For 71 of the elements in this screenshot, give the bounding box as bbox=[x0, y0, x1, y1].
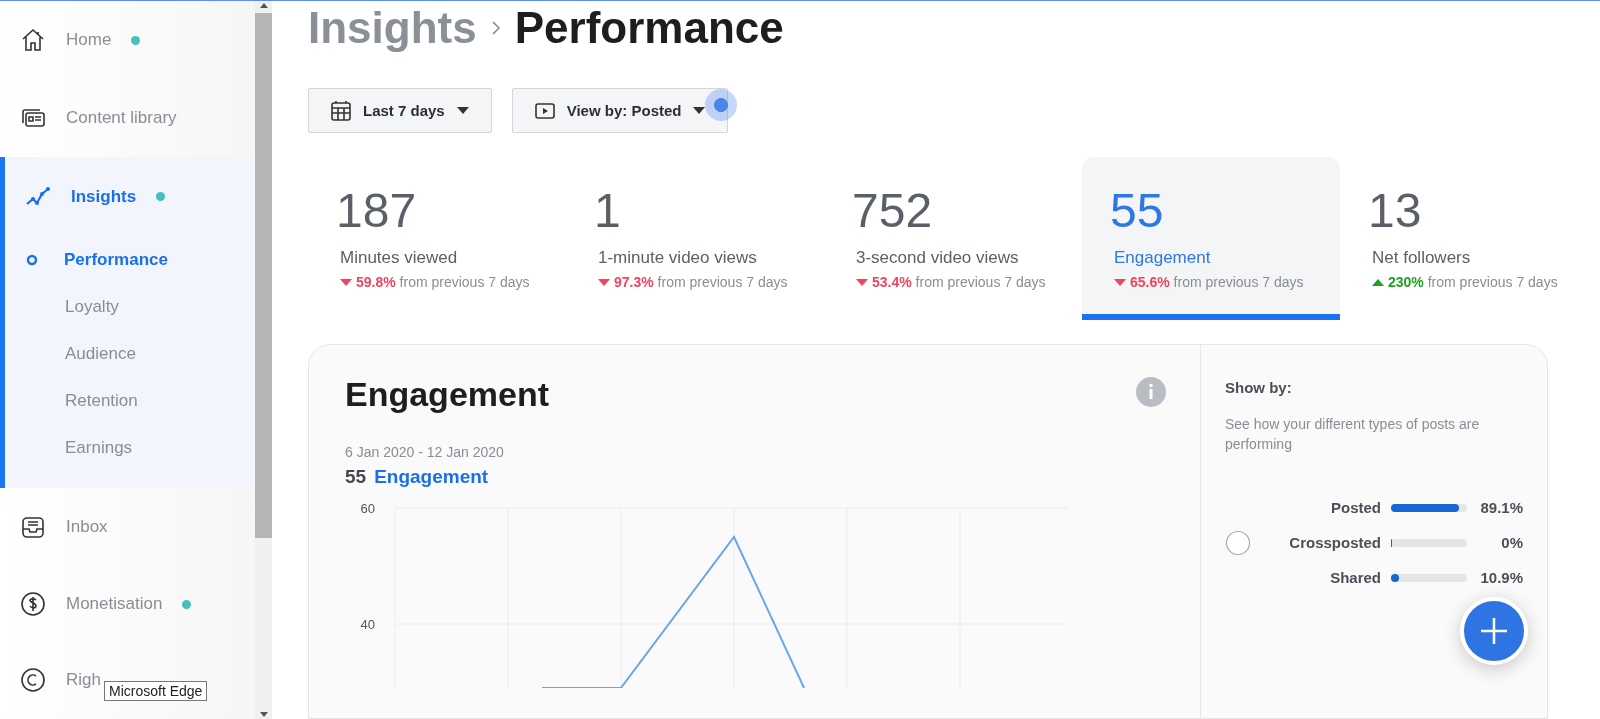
down-triangle-icon bbox=[856, 278, 868, 286]
metric-tab[interactable]: 1 1-minute video views 97.3% from previous 7 days bbox=[566, 157, 824, 320]
metric-label: Engagement bbox=[1114, 248, 1212, 268]
breadcrumb-link[interactable]: Insights bbox=[308, 3, 477, 53]
metric-tab[interactable]: 752 3-second video views 53.4% from previous 7 days bbox=[824, 157, 1082, 320]
down-arrow-icon[interactable] bbox=[258, 711, 269, 719]
row-reading: 10.9% bbox=[1479, 569, 1523, 586]
metric-change: 230% from previous 7 days bbox=[1388, 274, 1558, 290]
metric-value: 187 bbox=[336, 183, 418, 238]
inbox-icon bbox=[20, 514, 46, 541]
down-triangle-icon bbox=[598, 278, 610, 286]
metric-change: 59.8% from previous 7 days bbox=[356, 274, 530, 290]
row-reading: 0% bbox=[1500, 534, 1523, 551]
metric-tab[interactable]: 55 Engagement 65.6% from previous 7 days bbox=[1082, 157, 1340, 320]
caret-icon bbox=[456, 106, 469, 115]
play-icon bbox=[534, 102, 555, 119]
filter-dropdown[interactable]: View by: Posted bbox=[511, 88, 729, 133]
row-reading: 89.1% bbox=[1479, 499, 1523, 516]
radio-button[interactable] bbox=[1225, 529, 1251, 556]
nav-subitem[interactable]: Audience bbox=[5, 330, 142, 378]
row-label: Crossposted bbox=[1288, 534, 1381, 551]
description: See how your different types of posts are performing bbox=[1225, 415, 1481, 454]
up-triangle-icon bbox=[1372, 278, 1384, 286]
metric-value: 55 bbox=[1110, 183, 1165, 238]
plus-icon bbox=[1479, 616, 1509, 646]
filter-dropdown[interactable]: Last 7 days bbox=[308, 88, 492, 133]
house-icon bbox=[20, 27, 46, 54]
card-title: Engagement bbox=[345, 375, 550, 414]
ring-icon bbox=[26, 254, 38, 267]
tooltip: Microsoft Edge bbox=[104, 681, 208, 701]
nav-subitem[interactable]: Performance bbox=[5, 236, 174, 284]
metric-change: 65.6% from previous 7 days bbox=[1130, 274, 1304, 290]
nav-item[interactable]: Righ bbox=[0, 659, 105, 702]
nav-item[interactable]: Home bbox=[0, 19, 145, 62]
up-arrow-icon[interactable] bbox=[258, 1, 269, 9]
nav-subitem[interactable]: Loyalty bbox=[5, 283, 125, 331]
copyright-icon bbox=[20, 667, 46, 694]
metric-value: 752 bbox=[852, 183, 934, 238]
total-label: Engagement bbox=[374, 466, 489, 488]
axis-label: 40 bbox=[360, 617, 375, 632]
total-value: 55 bbox=[345, 466, 367, 488]
metric-tab[interactable]: 187 Minutes viewed 59.8% from previous 7 days bbox=[308, 157, 566, 320]
caret-icon bbox=[693, 106, 706, 115]
section-title: Show by: bbox=[1225, 379, 1293, 396]
nav-item[interactable]: Insights bbox=[5, 175, 170, 218]
metric-label: Minutes viewed bbox=[340, 248, 459, 268]
row-label: Posted bbox=[1330, 499, 1381, 516]
date-range: 6 Jan 2020 - 12 Jan 2020 bbox=[345, 444, 505, 460]
metric-value: 1 bbox=[594, 183, 622, 238]
row-label: Shared bbox=[1329, 569, 1381, 586]
nav-item[interactable]: Inbox bbox=[0, 506, 112, 549]
metric-change: 97.3% from previous 7 days bbox=[614, 274, 788, 290]
metric-value: 13 bbox=[1368, 183, 1423, 238]
chevron-icon bbox=[490, 20, 501, 36]
nav-item[interactable]: Monetisation bbox=[0, 583, 196, 626]
down-triangle-icon bbox=[340, 278, 352, 286]
dollar-icon bbox=[20, 591, 46, 618]
nav-subitem[interactable]: Earnings bbox=[5, 424, 139, 472]
metric-label: 1-minute video views bbox=[598, 248, 758, 268]
metric-tab[interactable]: 13 Net followers 230% from previous 7 days bbox=[1340, 157, 1598, 320]
scrollbar[interactable] bbox=[255, 1, 272, 719]
calendar-icon bbox=[331, 100, 351, 121]
down-triangle-icon bbox=[1114, 278, 1126, 286]
nav-item[interactable]: Content library bbox=[0, 97, 181, 140]
metric-change: 53.4% from previous 7 days bbox=[872, 274, 1046, 290]
metric-label: Net followers bbox=[1372, 248, 1472, 268]
nav-subitem[interactable]: Retention bbox=[5, 377, 144, 425]
highlight-dot bbox=[705, 89, 737, 121]
axis-label: 60 bbox=[360, 501, 375, 516]
metric-label: 3-second video views bbox=[856, 248, 1020, 268]
page-title: Performance bbox=[514, 3, 784, 53]
